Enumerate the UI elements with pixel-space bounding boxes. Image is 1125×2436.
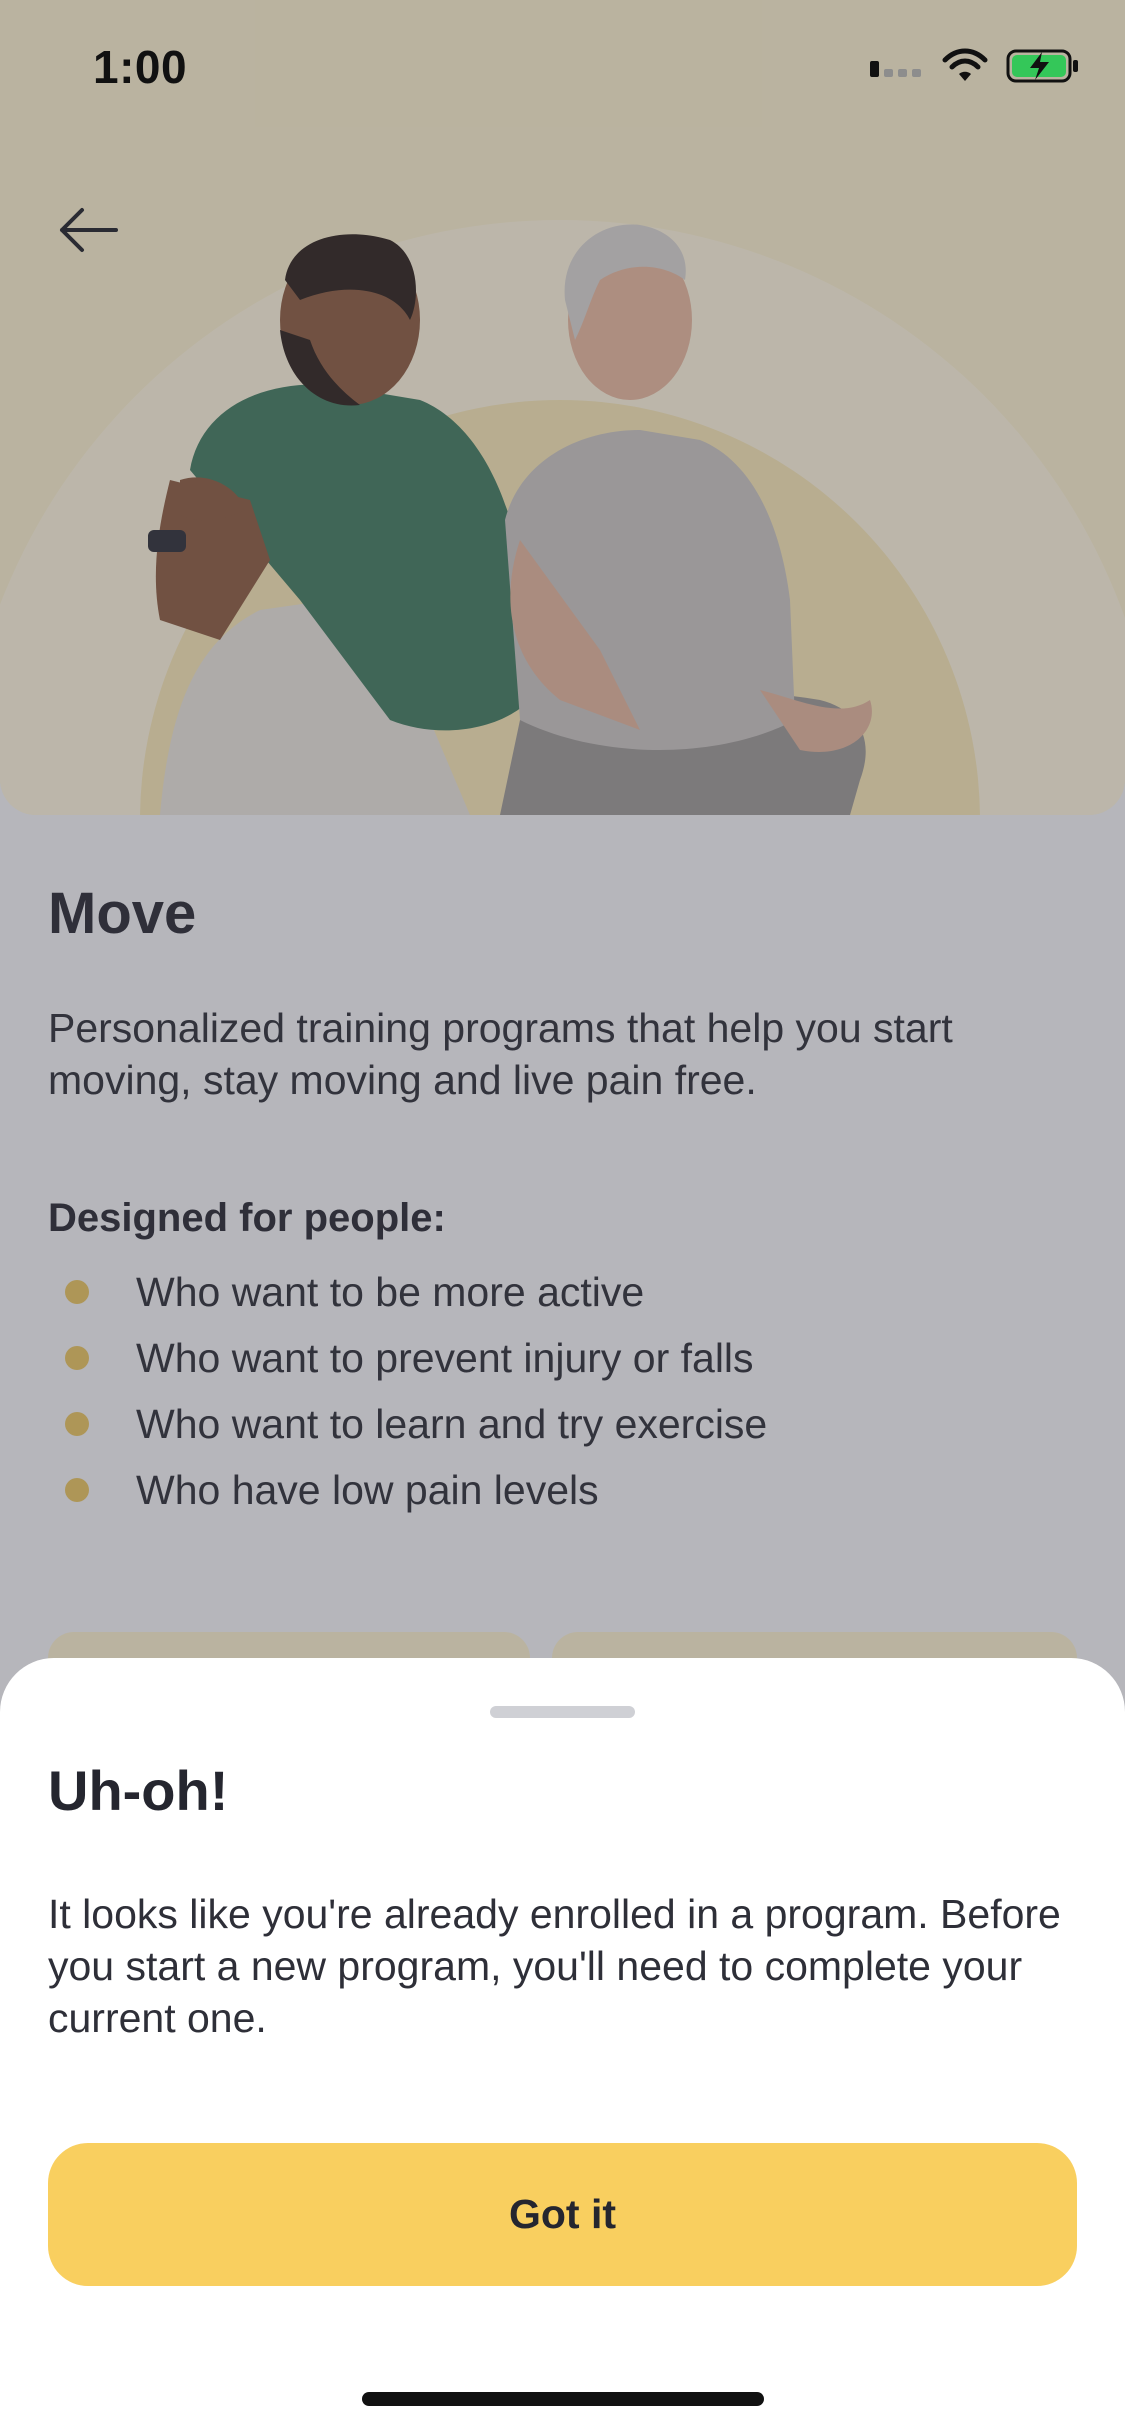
got-it-button[interactable]: Got it bbox=[48, 2143, 1077, 2286]
cellular-signal-icon bbox=[870, 61, 921, 77]
home-indicator[interactable] bbox=[362, 2392, 764, 2406]
status-time: 1:00 bbox=[93, 41, 188, 93]
sheet-title: Uh-oh! bbox=[48, 1759, 229, 1822]
wifi-icon bbox=[942, 48, 988, 81]
sheet-message: It looks like you're already enrolled in… bbox=[48, 1891, 1061, 2041]
sheet-handle[interactable] bbox=[490, 1706, 635, 1718]
got-it-button-label: Got it bbox=[508, 2191, 617, 2237]
status-icons bbox=[868, 48, 1080, 84]
screen: Move Personalized training programs that… bbox=[0, 0, 1125, 2436]
status-bar: 1:00 bbox=[0, 0, 1125, 140]
battery-charging-icon bbox=[1006, 49, 1078, 83]
back-button[interactable] bbox=[48, 195, 128, 265]
bottom-sheet: Uh-oh! It looks like you're already enro… bbox=[0, 1658, 1125, 2436]
arrow-left-icon bbox=[60, 208, 118, 252]
